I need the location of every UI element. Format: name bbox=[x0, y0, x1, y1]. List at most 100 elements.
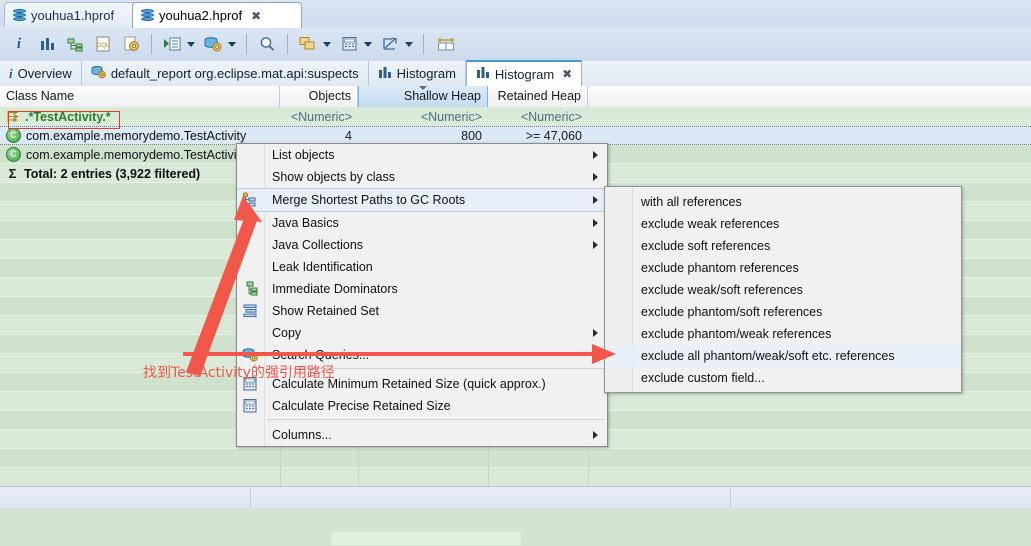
filter-shallow-heap-cell[interactable]: <Numeric> bbox=[358, 110, 482, 124]
close-icon[interactable]: ✖ bbox=[251, 9, 261, 23]
menu-item-list-objects[interactable]: List objects bbox=[237, 144, 607, 166]
heap-dump-icon bbox=[141, 8, 154, 23]
search-queries-icon bbox=[242, 347, 259, 363]
annotation-note-text: 找到TestActivity的强引用路径 bbox=[143, 365, 335, 381]
editor-tab-label: youhua1.hprof bbox=[31, 8, 115, 23]
column-header-class-name[interactable]: Class Name bbox=[0, 86, 280, 107]
tab-label: Histogram bbox=[396, 66, 456, 81]
submenu-item-exclude-phantom-weak-references[interactable]: exclude phantom/weak references bbox=[605, 323, 961, 345]
run-expert-dropdown-caret[interactable] bbox=[187, 41, 195, 47]
svg-text:OQL: OQL bbox=[96, 43, 109, 49]
compare-to-another-heap-dump-icon[interactable] bbox=[433, 31, 459, 57]
tab-histogram-2[interactable]: Histogram ✖ bbox=[465, 60, 583, 86]
toolbar-separator bbox=[423, 34, 424, 54]
mat-heap-analyzer-window: youhua1.hprof youhua2.hprof ✖ i OQL i Ov… bbox=[0, 0, 1031, 546]
row-class-name-value: com.example.memorydemo.TestActivity$1 bbox=[26, 147, 261, 162]
menu-item-calculate-precise-retained-size[interactable]: Calculate Precise Retained Size bbox=[237, 395, 607, 417]
status-bar bbox=[0, 486, 1031, 508]
open-query-dropdown-caret[interactable] bbox=[228, 41, 236, 47]
oql-icon[interactable]: OQL bbox=[90, 31, 116, 57]
query-browser-icon[interactable] bbox=[118, 31, 144, 57]
total-label: Total: 2 entries (3,922 filtered) bbox=[24, 166, 201, 181]
table-header-row: Class Name Objects Shallow Heap Retained… bbox=[0, 86, 1031, 108]
view-tab-bar: i Overview default_report org.eclipse.ma… bbox=[0, 60, 1031, 87]
editor-tab-label: youhua2.hprof bbox=[159, 8, 243, 23]
class-icon: C bbox=[6, 147, 21, 162]
close-icon[interactable]: ✖ bbox=[562, 67, 572, 81]
column-header-retained-heap[interactable]: Retained Heap bbox=[488, 86, 588, 107]
submenu-item-with-all-references[interactable]: with all references bbox=[605, 191, 961, 213]
histogram-icon[interactable] bbox=[34, 31, 60, 57]
submenu-arrow-icon bbox=[593, 196, 598, 204]
tab-default-report[interactable]: default_report org.eclipse.mat.api:suspe… bbox=[82, 61, 369, 86]
dominator-tree-icon[interactable] bbox=[62, 31, 88, 57]
filter-class-name-value: .*TestActivity.* bbox=[25, 109, 111, 124]
submenu-arrow-icon bbox=[593, 219, 598, 227]
export-icon[interactable] bbox=[377, 31, 403, 57]
group-by-dropdown-caret[interactable] bbox=[323, 41, 331, 47]
menu-item-show-objects-by-class[interactable]: Show objects by class bbox=[237, 166, 607, 188]
menu-item-show-retained-set[interactable]: Show Retained Set bbox=[237, 300, 607, 322]
submenu-item-exclude-weak-soft-references[interactable]: exclude weak/soft references bbox=[605, 279, 961, 301]
merge-paths-icon bbox=[242, 192, 259, 208]
status-bar-segment bbox=[250, 487, 731, 508]
overview-info-icon[interactable]: i bbox=[6, 31, 32, 57]
immediate-dominators-icon bbox=[242, 281, 259, 297]
search-icon[interactable] bbox=[254, 31, 280, 57]
report-icon bbox=[91, 65, 106, 82]
submenu-item-exclude-custom-field[interactable]: exclude custom field... bbox=[605, 367, 961, 389]
tab-label: default_report org.eclipse.mat.api:suspe… bbox=[110, 66, 359, 81]
submenu-item-exclude-phantom-soft-references[interactable]: exclude phantom/soft references bbox=[605, 301, 961, 323]
menu-item-copy[interactable]: Copy bbox=[237, 322, 607, 344]
run-expert-system-test-icon[interactable] bbox=[159, 31, 185, 57]
editor-tab-youhua2[interactable]: youhua2.hprof ✖ bbox=[132, 2, 302, 28]
submenu-item-exclude-weak-references[interactable]: exclude weak references bbox=[605, 213, 961, 235]
toolbar-separator bbox=[151, 34, 152, 54]
sigma-icon: Σ bbox=[8, 166, 17, 181]
submenu-arrow-icon bbox=[593, 173, 598, 181]
row-class-name-value: com.example.memorydemo.TestActivity bbox=[26, 128, 247, 143]
histogram-icon bbox=[476, 66, 490, 82]
tab-overview[interactable]: i Overview bbox=[0, 61, 82, 86]
class-icon: C bbox=[6, 128, 21, 143]
filter-retained-heap-cell[interactable]: <Numeric> bbox=[488, 110, 582, 124]
toolbar-separator bbox=[287, 34, 288, 54]
editor-tab-youhua1[interactable]: youhua1.hprof bbox=[4, 2, 150, 28]
group-by-icon[interactable] bbox=[295, 31, 321, 57]
horizontal-scrollbar-thumb[interactable] bbox=[330, 531, 522, 546]
filter-icon bbox=[6, 110, 20, 123]
tab-histogram-1[interactable]: Histogram bbox=[369, 61, 466, 86]
row-shallow-heap-cell: 800 bbox=[461, 128, 482, 143]
menu-item-merge-shortest-paths-to-gc-roots[interactable]: Merge Shortest Paths to GC Roots bbox=[237, 188, 607, 212]
calculate-dropdown-caret[interactable] bbox=[364, 41, 372, 47]
submenu-item-exclude-all-phantom-weak-soft-references[interactable]: exclude all phantom/weak/soft etc. refer… bbox=[605, 345, 961, 367]
open-query-browser-icon[interactable] bbox=[200, 31, 226, 57]
menu-item-leak-identification[interactable]: Leak Identification bbox=[237, 256, 607, 278]
row-class-name-cell: C com.example.memorydemo.TestActivity bbox=[6, 128, 246, 143]
editor-tab-strip: youhua1.hprof youhua2.hprof ✖ bbox=[0, 0, 1031, 28]
main-toolbar: i OQL bbox=[0, 27, 1031, 62]
submenu-arrow-icon bbox=[593, 241, 598, 249]
export-dropdown-caret[interactable] bbox=[405, 41, 413, 47]
submenu-arrow-icon bbox=[593, 151, 598, 159]
submenu-item-exclude-phantom-references[interactable]: exclude phantom references bbox=[605, 257, 961, 279]
filter-class-name-cell[interactable]: .*TestActivity.* bbox=[6, 110, 111, 124]
column-header-objects[interactable]: Objects bbox=[280, 86, 358, 107]
filter-objects-cell[interactable]: <Numeric> bbox=[280, 110, 352, 124]
merge-paths-submenu: with all references exclude weak referen… bbox=[604, 186, 962, 393]
calculate-retained-size-icon[interactable] bbox=[336, 31, 362, 57]
histogram-icon bbox=[378, 66, 392, 82]
menu-item-java-collections[interactable]: Java Collections bbox=[237, 234, 607, 256]
column-header-spacer bbox=[588, 86, 1031, 107]
table-filter-row[interactable]: .*TestActivity.* <Numeric> <Numeric> <Nu… bbox=[0, 107, 1031, 126]
row-retained-heap-cell: >= 47,060 bbox=[525, 128, 582, 143]
menu-item-immediate-dominators[interactable]: Immediate Dominators bbox=[237, 278, 607, 300]
submenu-arrow-icon bbox=[593, 431, 598, 439]
heap-dump-icon bbox=[13, 8, 26, 23]
row-objects-cell: 4 bbox=[345, 128, 352, 143]
info-icon: i bbox=[9, 65, 13, 81]
submenu-item-exclude-soft-references[interactable]: exclude soft references bbox=[605, 235, 961, 257]
menu-item-columns[interactable]: Columns... bbox=[237, 424, 607, 446]
column-header-shallow-heap[interactable]: Shallow Heap bbox=[358, 86, 488, 107]
menu-item-java-basics[interactable]: Java Basics bbox=[237, 212, 607, 234]
